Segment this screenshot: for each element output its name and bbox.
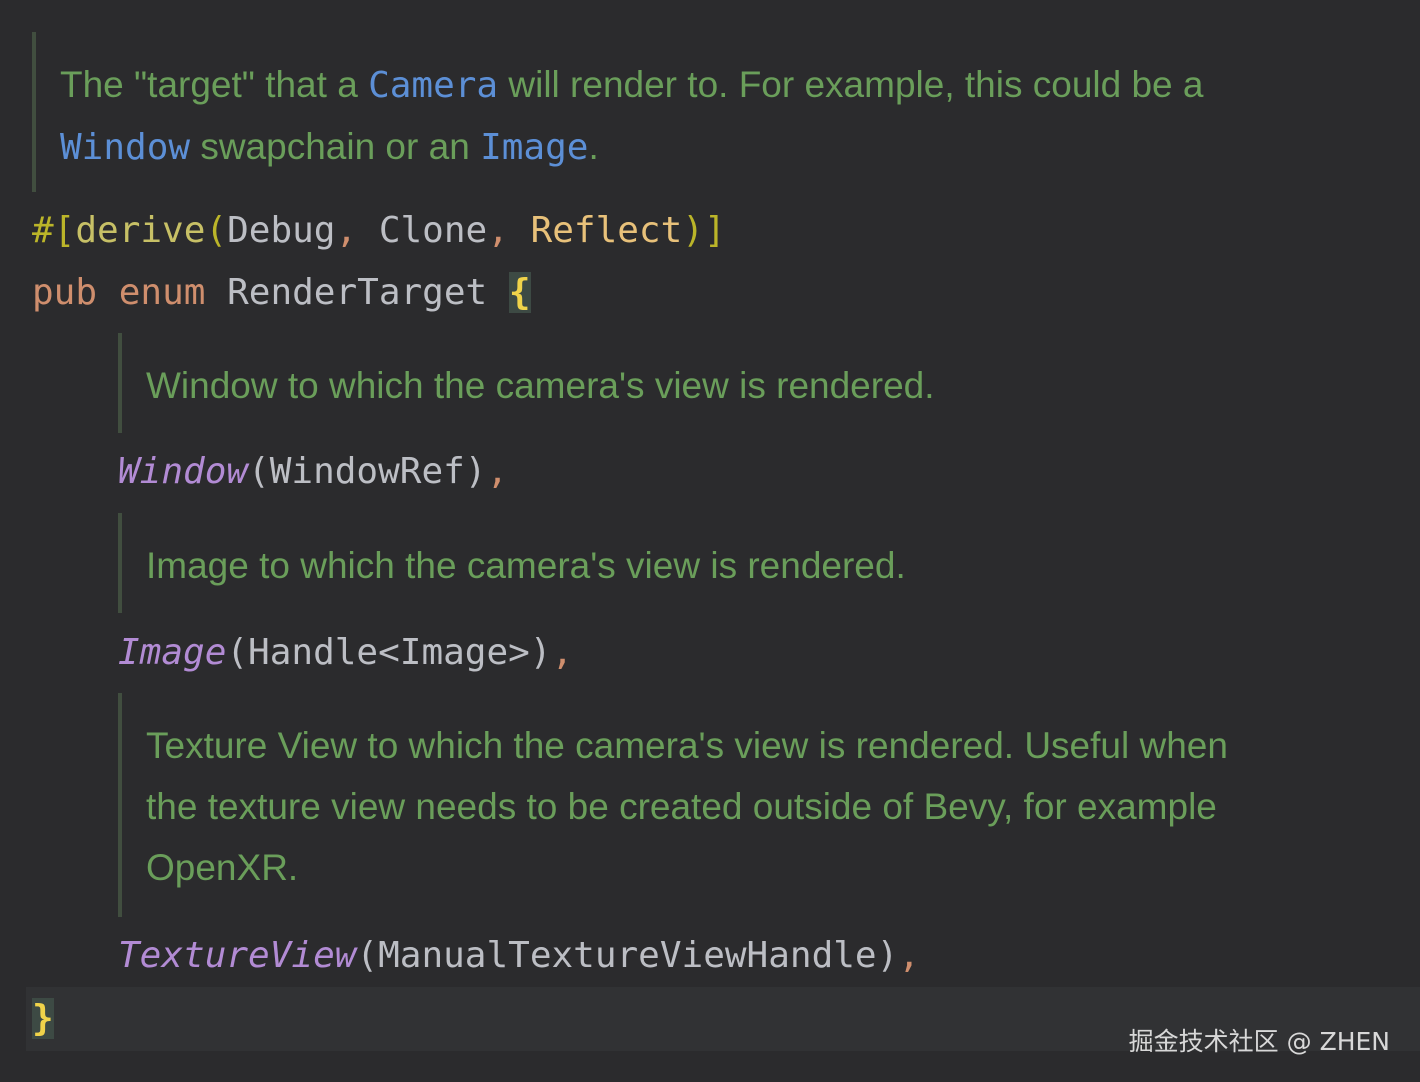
code-line-derive[interactable]: #[derive(Debug, Clone, Reflect)] bbox=[32, 209, 726, 253]
code-line-variant-image[interactable]: Image(Handle<Image>), bbox=[118, 631, 573, 675]
doc-link-camera[interactable]: Camera bbox=[368, 65, 498, 106]
code-line-close-brace[interactable]: } bbox=[32, 997, 54, 1041]
code-line-enum-decl[interactable]: pub enum RenderTarget { bbox=[32, 271, 531, 315]
editor-gutter bbox=[0, 0, 26, 1082]
doc-comment-window: Window to which the camera's view is ren… bbox=[118, 333, 1318, 433]
code-line-variant-texture-view[interactable]: TextureView(ManualTextureViewHandle), bbox=[118, 934, 920, 978]
watermark: 掘金技术社区 @ ZHEN bbox=[1128, 1027, 1390, 1056]
doc-link-image[interactable]: Image bbox=[480, 127, 588, 168]
doc-comment-image: Image to which the camera's view is rend… bbox=[118, 513, 1318, 613]
doc-comment-texture-view: Texture View to which the camera's view … bbox=[118, 693, 1348, 917]
enum-name[interactable]: RenderTarget bbox=[227, 272, 487, 313]
doc-comment-render-target: The "target" that a Camera will render t… bbox=[32, 32, 1362, 192]
code-editor[interactable]: The "target" that a Camera will render t… bbox=[0, 0, 1420, 1082]
doc-link-window[interactable]: Window bbox=[60, 127, 190, 168]
code-line-variant-window[interactable]: Window(WindowRef), bbox=[118, 450, 508, 494]
doc-line-1: The "target" that a Camera will render t… bbox=[60, 64, 1204, 106]
doc-line-2: Window swapchain or an Image. bbox=[60, 126, 599, 168]
open-brace: { bbox=[508, 272, 531, 313]
close-brace: } bbox=[32, 998, 54, 1039]
